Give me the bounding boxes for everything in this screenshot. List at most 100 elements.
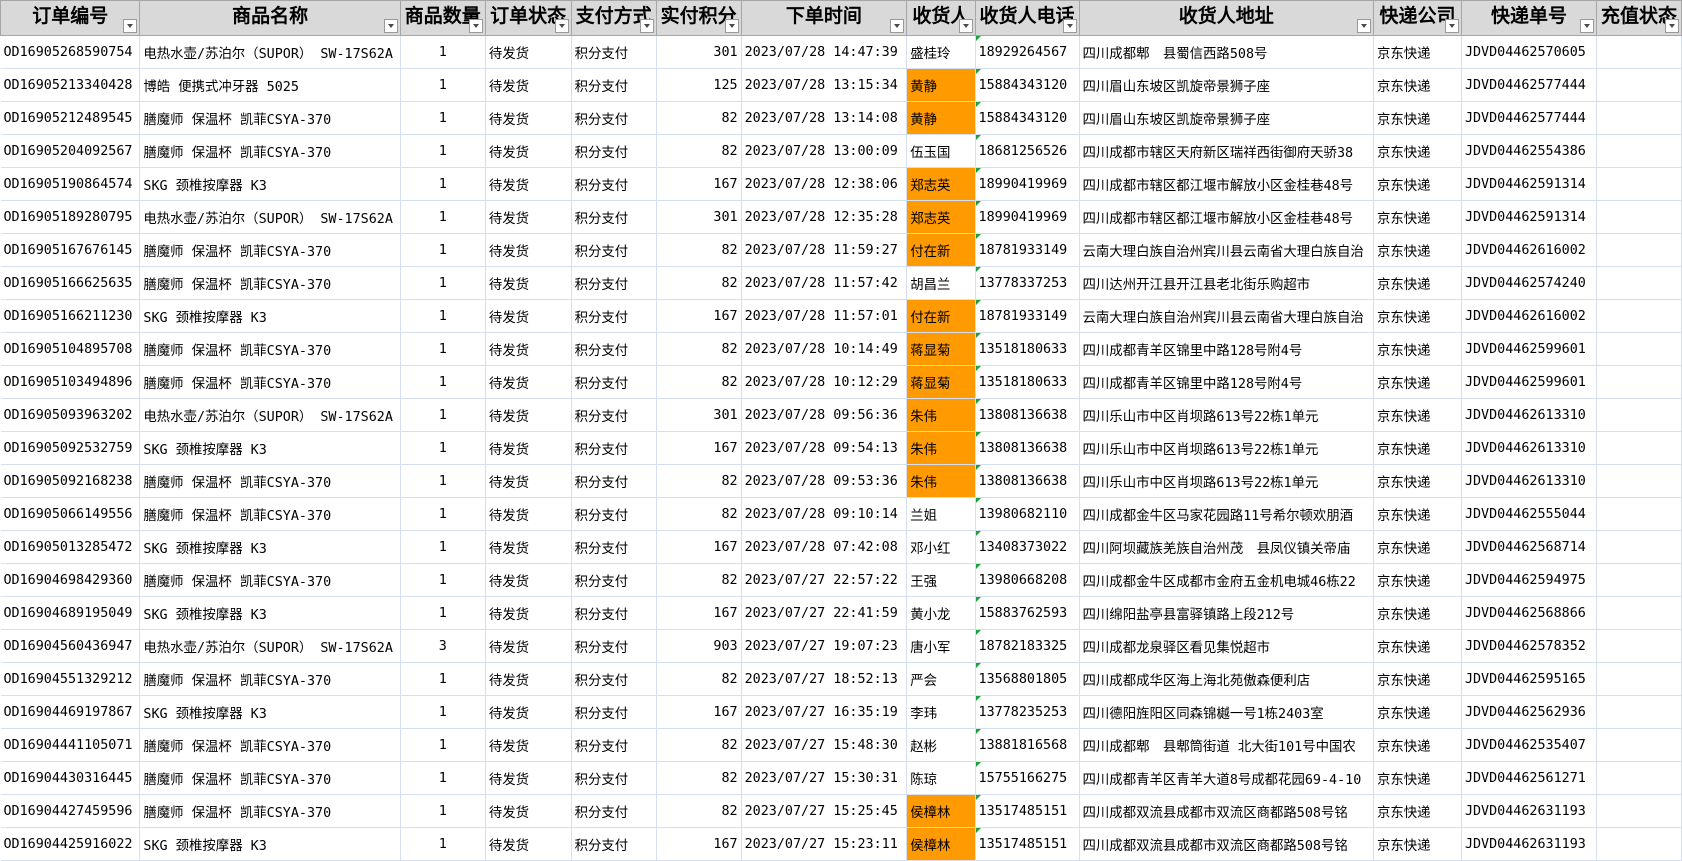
cell-paid-points[interactable]: 82 <box>656 134 742 168</box>
cell-payment-method[interactable]: 积分支付 <box>571 233 657 267</box>
cell-payment-method[interactable]: 积分支付 <box>571 761 657 795</box>
cell-order-id[interactable]: OD16905190864574 <box>0 167 141 201</box>
cell-order-time[interactable]: 2023/07/28 10:12:29 <box>741 365 908 399</box>
table-row[interactable]: OD16905190864574 SKG 颈椎按摩器 K3 1 待发货 积分支付 167 2… <box>0 167 1682 201</box>
cell-recipient[interactable]: 侯樟林 <box>906 827 976 861</box>
cell-order-time[interactable]: 2023/07/27 15:48:30 <box>741 728 908 762</box>
table-row[interactable]: OD16905104895708 膳魔师 保温杯 凯菲CSYA-370 1 待发货 积分… <box>0 332 1682 366</box>
cell-tracking-number[interactable]: JDVD04462616002 <box>1461 299 1597 333</box>
cell-order-time[interactable]: 2023/07/27 19:07:23 <box>741 629 908 663</box>
cell-order-time[interactable]: 2023/07/28 13:14:08 <box>741 101 908 135</box>
cell-recharge-status[interactable] <box>1596 596 1682 630</box>
table-row[interactable]: OD16904689195049 SKG 颈椎按摩器 K3 1 待发货 积分支付 167 2… <box>0 596 1682 630</box>
cell-recipient[interactable]: 李玮 <box>906 695 976 729</box>
cell-recipient[interactable]: 侯樟林 <box>906 794 976 828</box>
cell-order-time[interactable]: 2023/07/28 09:56:36 <box>741 398 908 432</box>
cell-product-name[interactable]: 膳魔师 保温杯 凯菲CSYA-370 <box>139 563 401 597</box>
cell-recipient-address[interactable]: 四川德阳旌阳区同森锦樾一号1栋2403室 <box>1079 695 1374 729</box>
cell-quantity[interactable]: 1 <box>400 662 486 696</box>
cell-tracking-number[interactable]: JDVD04462554386 <box>1461 134 1597 168</box>
cell-recipient-phone[interactable]: 13980668208 <box>975 563 1080 597</box>
cell-recharge-status[interactable] <box>1596 497 1682 531</box>
cell-order-id[interactable]: OD16904551329212 <box>0 662 141 696</box>
cell-recipient-phone[interactable]: 13518180633 <box>975 332 1080 366</box>
cell-order-status[interactable]: 待发货 <box>485 464 572 498</box>
cell-order-status[interactable]: 待发货 <box>485 266 572 300</box>
filter-dropdown-icon[interactable] <box>1062 19 1077 33</box>
cell-recipient[interactable]: 郑志英 <box>906 200 976 234</box>
cell-recipient-address[interactable]: 四川乐山市中区肖坝路613号22栋1单元 <box>1079 431 1374 465</box>
table-row[interactable]: OD16905204092567 膳魔师 保温杯 凯菲CSYA-370 1 待发货 积分… <box>0 134 1682 168</box>
cell-recipient[interactable]: 赵彬 <box>906 728 976 762</box>
cell-order-time[interactable]: 2023/07/27 15:25:45 <box>741 794 908 828</box>
cell-order-status[interactable]: 待发货 <box>485 365 572 399</box>
cell-order-id[interactable]: OD16904689195049 <box>0 596 141 630</box>
cell-order-id[interactable]: OD16904425916022 <box>0 827 141 861</box>
column-header-order-status[interactable]: 订单状态 <box>484 0 572 36</box>
cell-paid-points[interactable]: 167 <box>656 299 742 333</box>
cell-order-id[interactable]: OD16905213340428 <box>0 68 141 102</box>
table-row[interactable]: OD16905166211230 SKG 颈椎按摩器 K3 1 待发货 积分支付 167 2… <box>0 299 1682 333</box>
cell-order-status[interactable]: 待发货 <box>485 398 572 432</box>
cell-quantity[interactable]: 1 <box>400 530 486 564</box>
cell-payment-method[interactable]: 积分支付 <box>571 167 657 201</box>
cell-recipient-address[interactable]: 四川成都郫 县郫筒街道 北大街101号中国农 <box>1079 728 1374 762</box>
cell-courier[interactable]: 京东快递 <box>1373 35 1462 69</box>
cell-product-name[interactable]: 膳魔师 保温杯 凯菲CSYA-370 <box>139 266 401 300</box>
cell-order-status[interactable]: 待发货 <box>485 530 572 564</box>
cell-quantity[interactable]: 1 <box>400 596 486 630</box>
cell-order-id[interactable]: OD16904427459596 <box>0 794 141 828</box>
cell-payment-method[interactable]: 积分支付 <box>571 299 657 333</box>
cell-recharge-status[interactable] <box>1596 299 1682 333</box>
cell-quantity[interactable]: 3 <box>400 629 486 663</box>
cell-recipient-address[interactable]: 四川成都市辖区都江堰市解放小区金桂巷48号 <box>1079 167 1374 201</box>
cell-order-status[interactable]: 待发货 <box>485 101 572 135</box>
table-row[interactable]: OD16904427459596 膳魔师 保温杯 凯菲CSYA-370 1 待发货 积分… <box>0 794 1682 828</box>
filter-dropdown-icon[interactable] <box>554 19 569 33</box>
cell-tracking-number[interactable]: JDVD04462591314 <box>1461 167 1597 201</box>
cell-paid-points[interactable]: 82 <box>656 563 742 597</box>
cell-recipient[interactable]: 朱伟 <box>906 431 976 465</box>
table-row[interactable]: OD16904441105071 膳魔师 保温杯 凯菲CSYA-370 1 待发货 积分… <box>0 728 1682 762</box>
cell-courier[interactable]: 京东快递 <box>1373 101 1462 135</box>
cell-paid-points[interactable]: 82 <box>656 266 742 300</box>
table-row[interactable]: OD16905066149556 膳魔师 保温杯 凯菲CSYA-370 1 待发货 积分… <box>0 497 1682 531</box>
cell-tracking-number[interactable]: JDVD04462562936 <box>1461 695 1597 729</box>
cell-paid-points[interactable]: 125 <box>656 68 742 102</box>
cell-recipient-address[interactable]: 四川成都金牛区马家花园路11号希尔顿欢朋酒 <box>1079 497 1374 531</box>
cell-order-id[interactable]: OD16904430316445 <box>0 761 141 795</box>
cell-payment-method[interactable]: 积分支付 <box>571 629 657 663</box>
filter-dropdown-icon[interactable] <box>1356 19 1371 33</box>
cell-recipient-phone[interactable]: 13568801805 <box>975 662 1080 696</box>
cell-order-time[interactable]: 2023/07/27 22:41:59 <box>741 596 908 630</box>
cell-tracking-number[interactable]: JDVD04462535407 <box>1461 728 1597 762</box>
cell-courier[interactable]: 京东快递 <box>1373 761 1462 795</box>
cell-tracking-number[interactable]: JDVD04462599601 <box>1461 365 1597 399</box>
cell-order-id[interactable]: OD16905212489545 <box>0 101 141 135</box>
cell-recipient[interactable]: 蒋显菊 <box>906 332 976 366</box>
cell-recharge-status[interactable] <box>1596 101 1682 135</box>
cell-order-status[interactable]: 待发货 <box>485 662 572 696</box>
cell-payment-method[interactable]: 积分支付 <box>571 497 657 531</box>
cell-recipient-address[interactable]: 四川成都青羊区锦里中路128号附4号 <box>1079 332 1374 366</box>
cell-recipient-address[interactable]: 四川成都双流县成都市双流区商都路508号铭 <box>1079 794 1374 828</box>
filter-dropdown-icon[interactable] <box>639 19 654 33</box>
cell-payment-method[interactable]: 积分支付 <box>571 464 657 498</box>
table-row[interactable]: OD16905212489545 膳魔师 保温杯 凯菲CSYA-370 1 待发货 积分… <box>0 101 1682 135</box>
cell-recipient-phone[interactable]: 13980682110 <box>975 497 1080 531</box>
column-header-payment-method[interactable]: 支付方式 <box>570 0 657 36</box>
cell-paid-points[interactable]: 82 <box>656 497 742 531</box>
filter-dropdown-icon[interactable] <box>383 19 398 33</box>
cell-order-id[interactable]: OD16905104895708 <box>0 332 141 366</box>
cell-quantity[interactable]: 1 <box>400 101 486 135</box>
cell-courier[interactable]: 京东快递 <box>1373 431 1462 465</box>
cell-tracking-number[interactable]: JDVD04462599601 <box>1461 332 1597 366</box>
cell-tracking-number[interactable]: JDVD04462616002 <box>1461 233 1597 267</box>
cell-recipient-address[interactable]: 四川绵阳盐亭县富驿镇路上段212号 <box>1079 596 1374 630</box>
cell-recharge-status[interactable] <box>1596 365 1682 399</box>
column-header-recharge-status[interactable]: 充值状态 <box>1595 0 1682 36</box>
cell-tracking-number[interactable]: JDVD04462568714 <box>1461 530 1597 564</box>
cell-recipient-address[interactable]: 四川成都双流县成都市双流区商都路508号铭 <box>1079 827 1374 861</box>
cell-payment-method[interactable]: 积分支付 <box>571 728 657 762</box>
column-header-order-time[interactable]: 下单时间 <box>740 0 908 36</box>
